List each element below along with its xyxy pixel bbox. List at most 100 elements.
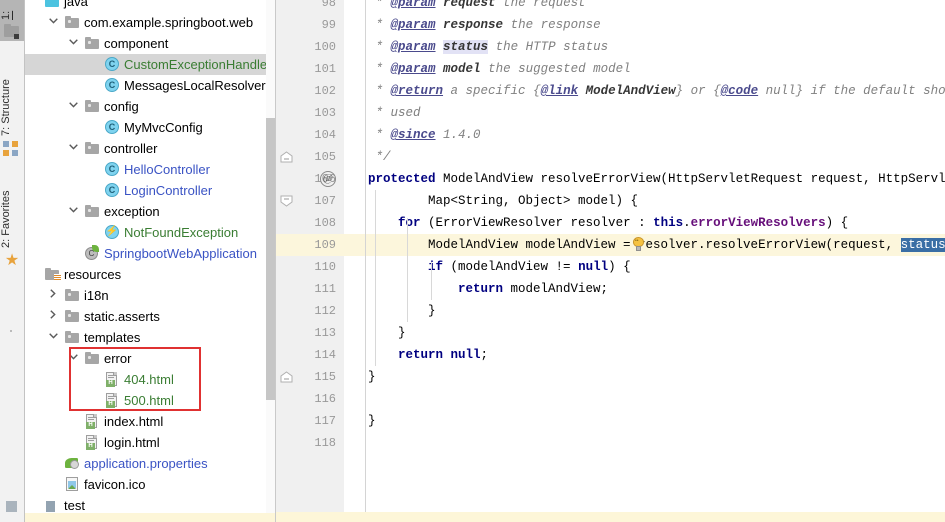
folder-icon — [85, 141, 100, 156]
fold-start-icon[interactable] — [280, 195, 293, 208]
code-line[interactable]: return modelAndView; — [368, 278, 608, 300]
project-tree-scrollbar-thumb[interactable] — [266, 118, 275, 400]
tool-tab-favorites[interactable]: 2: Favorites — [0, 160, 24, 248]
structure-icon — [3, 140, 21, 158]
code-editor[interactable]: 98 * @param request the request 99 * @par… — [276, 0, 945, 522]
code-line[interactable]: * used — [368, 102, 421, 124]
tree-node-label: SpringbootWebApplication — [104, 246, 257, 261]
tree-node-label: NotFoundException — [124, 225, 239, 240]
tree-node-notfoundexception[interactable]: ⚡ NotFoundException — [25, 222, 266, 243]
source-root-icon — [45, 0, 60, 9]
override-method-icon[interactable]: @ — [320, 171, 336, 187]
code-line[interactable]: * @param status the HTTP status — [368, 36, 608, 58]
code-line[interactable]: } — [368, 300, 436, 322]
tree-node-favicon-ico[interactable]: favicon.ico — [25, 474, 266, 495]
intention-bulb-icon[interactable]: •• — [632, 237, 646, 253]
tree-node-messageslocalresolver[interactable]: C MessagesLocalResolver — [25, 75, 266, 96]
folder-icon — [65, 15, 80, 30]
tool-tab-project[interactable]: 1: — [0, 0, 24, 20]
tree-node-com-example-springboot-web[interactable]: com.example.springboot.web — [25, 12, 266, 33]
line-number: 117 — [314, 414, 336, 428]
code-line[interactable]: return null; — [368, 344, 488, 366]
code-line[interactable]: * @param model the suggested model — [368, 58, 631, 80]
tree-node-login-html[interactable]: Hlogin.html — [25, 432, 266, 453]
project-tree-scrollbar-track[interactable] — [266, 0, 275, 522]
tree-node-exception[interactable]: exception — [25, 201, 266, 222]
code-line[interactable]: * @return a specific {@link ModelAndView… — [368, 80, 945, 102]
tree-node-mymvcconfig[interactable]: C MyMvcConfig — [25, 117, 266, 138]
html-file-icon: H — [85, 435, 100, 450]
line-number: 102 — [314, 84, 336, 98]
fold-end-icon[interactable] — [280, 371, 293, 384]
tree-node-label: index.html — [104, 414, 164, 429]
code-line[interactable]: protected ModelAndView resolveErrorView(… — [368, 168, 945, 190]
code-line[interactable]: Map<String, Object> model) { — [368, 190, 638, 212]
tree-node-controller[interactable]: controller — [25, 138, 266, 159]
chevron-right-icon[interactable] — [47, 306, 59, 327]
indent-guide — [407, 218, 408, 322]
project-tree-panel[interactable]: java com.example.springboot.web component C… — [25, 0, 276, 522]
tree-node-label: MessagesLocalResolver — [124, 78, 266, 93]
class-icon: C — [105, 183, 120, 198]
tree-node-templates[interactable]: templates — [25, 327, 266, 348]
tree-node-500-html[interactable]: H 500.html — [25, 390, 266, 411]
spring-boot-icon: C — [85, 245, 100, 261]
tree-node-application-properties[interactable]: application.properties — [25, 453, 266, 474]
tree-node-label: LoginController — [124, 183, 213, 198]
tree-node-label: templates — [84, 330, 141, 345]
tree-node-customexceptionhandler[interactable]: C CustomExceptionHandler — [25, 54, 271, 75]
tree-node-label: 500.html — [124, 393, 174, 408]
code-line[interactable]: */ — [368, 146, 391, 168]
code-line[interactable]: * @param request the request — [368, 0, 586, 14]
tree-node-component[interactable]: component — [25, 33, 266, 54]
indent-guide — [431, 262, 432, 300]
code-line[interactable]: ModelAndView modelAndView = resolver.res… — [368, 234, 945, 256]
folder-icon — [65, 309, 80, 324]
editor-fold-column[interactable] — [344, 0, 366, 522]
tree-node-i18n[interactable]: i18n — [25, 285, 266, 306]
chevron-down-icon[interactable] — [47, 327, 59, 348]
chevron-down-icon[interactable] — [67, 33, 79, 54]
tree-node-label: static.asserts — [84, 309, 160, 324]
code-line[interactable]: * @param response the response — [368, 14, 601, 36]
tree-node-label: HelloController — [124, 162, 210, 177]
tree-node-config[interactable]: config — [25, 96, 266, 117]
class-icon: C — [105, 57, 120, 72]
folder-icon — [85, 99, 100, 114]
tree-node-error[interactable]: error — [25, 348, 266, 369]
chevron-down-icon[interactable] — [67, 138, 79, 159]
indent-guide — [375, 190, 376, 366]
code-line[interactable]: * @since 1.4.0 — [368, 124, 481, 146]
chevron-down-icon[interactable] — [67, 96, 79, 117]
project-icon — [3, 22, 21, 40]
tree-node-index-html[interactable]: Hindex.html — [25, 411, 266, 432]
code-line[interactable]: for (ErrorViewResolver resolver : this.e… — [368, 212, 848, 234]
resources-root-icon — [45, 267, 61, 282]
tree-node-hellocontroller[interactable]: C HelloController — [25, 159, 266, 180]
tree-node-springbootwebapplication[interactable]: C SpringbootWebApplication — [25, 243, 266, 264]
line-number: 104 — [314, 128, 336, 142]
line-number: 110 — [314, 260, 336, 274]
code-line[interactable]: } — [368, 366, 376, 388]
tree-node-static-asserts[interactable]: static.asserts — [25, 306, 266, 327]
code-line[interactable]: } — [368, 410, 376, 432]
chevron-down-icon[interactable] — [67, 201, 79, 222]
chevron-down-icon[interactable] — [47, 12, 59, 33]
tree-bottom-strip — [25, 513, 275, 522]
tree-node-logincontroller[interactable]: C LoginController — [25, 180, 266, 201]
star-icon: ★ — [4, 252, 20, 269]
tree-node-404-html[interactable]: H 404.html — [25, 369, 266, 390]
fold-end-icon[interactable] — [280, 151, 293, 164]
code-line[interactable]: } — [368, 322, 406, 344]
tree-node-label: favicon.ico — [84, 477, 146, 492]
line-number: 101 — [314, 62, 336, 76]
html-file-icon: H — [105, 372, 120, 387]
chevron-right-icon[interactable] — [47, 285, 59, 306]
tree-node-java[interactable]: java — [25, 0, 266, 12]
chevron-down-icon[interactable] — [67, 348, 79, 369]
tool-tab-structure[interactable]: 7: Structure — [0, 50, 24, 136]
ide-window: 1: 7: Structure 2: Favorites ★ java com.e… — [0, 0, 945, 522]
tool-tab-project-label: 1: — [0, 10, 12, 20]
tree-node-resources[interactable]: resources — [25, 264, 266, 285]
tool-bar-divider — [10, 330, 12, 332]
